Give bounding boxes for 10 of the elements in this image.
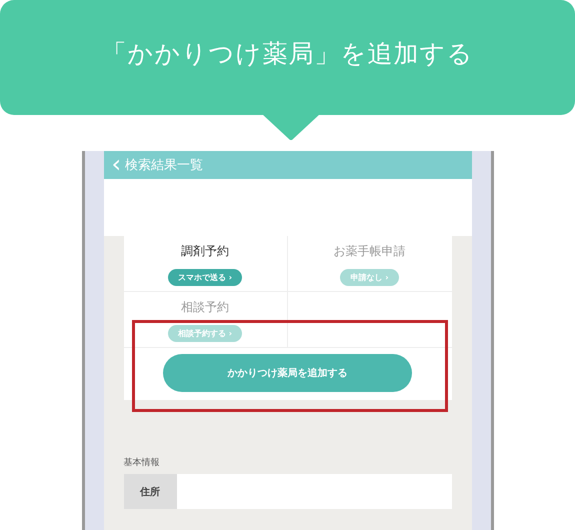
add-pharmacy-button[interactable]: かかりつけ薬局を追加する: [163, 354, 412, 392]
callout-title: 「かかりつけ薬局」を追加する: [102, 38, 474, 70]
service-title: お薬手帳申請: [334, 243, 406, 260]
back-icon[interactable]: ‹: [112, 152, 122, 176]
header-title: 検索結果一覧: [125, 157, 204, 174]
service-title: 調剤予約: [181, 243, 229, 260]
info-label: 住所: [124, 474, 176, 510]
service-button[interactable]: スマホで送る ›: [168, 269, 242, 286]
service-title: 相談予約: [181, 299, 229, 316]
section-title: 基本情報: [124, 456, 160, 470]
